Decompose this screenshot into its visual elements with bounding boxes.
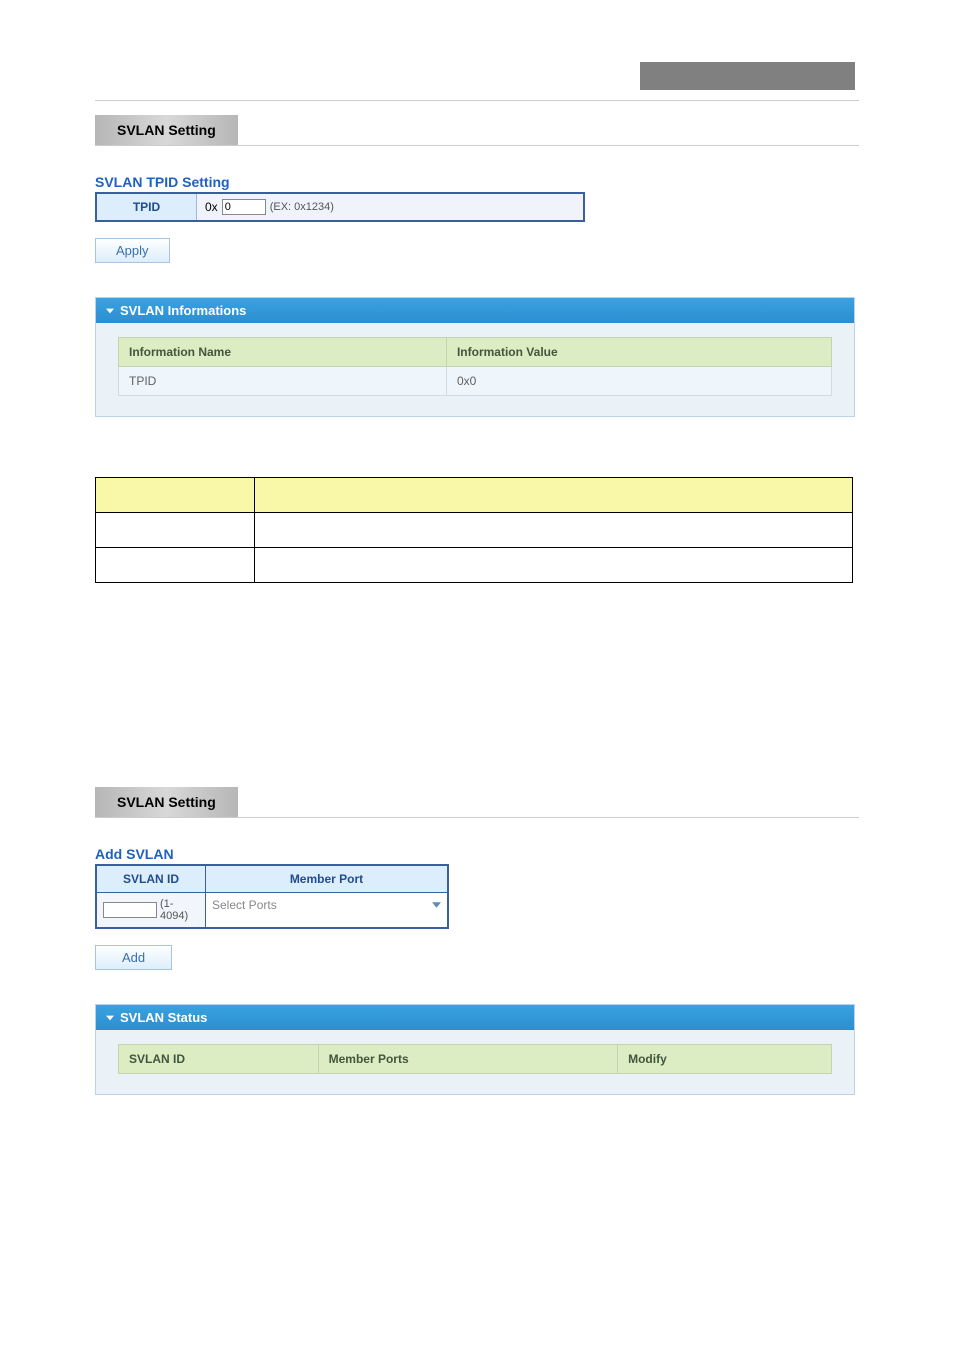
add-svlan-heading: Add SVLAN [95,846,859,862]
info-col-name: Information Name [119,338,447,367]
info-col-value: Information Value [446,338,831,367]
status-col-modify: Modify [618,1045,832,1074]
tpid-hint: (EX: 0x1234) [270,201,334,213]
apply-button[interactable]: Apply [95,238,170,263]
caret-down-icon [106,308,114,314]
desc-head-2 [255,478,853,513]
chevron-down-icon [432,902,441,908]
member-port-select[interactable]: Select Ports [206,893,447,917]
section-divider-2 [95,817,859,818]
desc-cell-r2c1 [96,548,255,583]
member-port-placeholder: Select Ports [212,898,277,912]
desc-cell-r1c1 [96,513,255,548]
svlan-informations-title: SVLAN Informations [120,303,246,318]
tpid-settings-box: TPID 0x (EX: 0x1234) [95,192,585,222]
svlan-id-cell: (1-4094) [97,893,205,927]
svlan-status-header[interactable]: SVLAN Status [96,1005,854,1030]
info-row-0-value: 0x0 [446,367,831,396]
svlan-info-table: Information Name Information Value TPID … [118,337,832,396]
desc-cell-r1c2 [255,513,853,548]
top-grey-bar [640,62,855,90]
add-col-svlan-id: SVLAN ID [97,866,205,893]
add-svlan-box: SVLAN ID (1-4094) Member Port Select Por… [95,864,449,929]
svlan-status-title: SVLAN Status [120,1010,207,1025]
section-title-label: SVLAN Setting [117,122,216,138]
tpid-prefix: 0x [205,200,218,214]
status-col-id: SVLAN ID [119,1045,319,1074]
caret-down-icon [106,1015,114,1021]
table-row: TPID 0x0 [119,367,832,396]
desc-head-1 [96,478,255,513]
svlan-informations-header[interactable]: SVLAN Informations [96,298,854,323]
desc-cell-r2c2 [255,548,853,583]
top-divider [95,100,859,101]
tpid-input-cell: 0x (EX: 0x1234) [197,194,583,220]
svlan-status-panel: SVLAN Status SVLAN ID Member Ports Modif… [95,1004,855,1095]
status-col-ports: Member Ports [318,1045,617,1074]
svlan-tpid-heading: SVLAN TPID Setting [95,174,859,190]
tpid-input[interactable] [222,199,266,215]
section-title-svlan-setting: SVLAN Setting [95,115,238,145]
section-title-svlan-setting-2: SVLAN Setting [95,787,238,817]
section-divider-1 [95,145,859,146]
add-button[interactable]: Add [95,945,172,970]
info-row-0-name: TPID [119,367,447,396]
apply-button-label: Apply [116,243,149,258]
add-button-label: Add [122,950,145,965]
add-col-member-port: Member Port [206,866,447,893]
section-title-label-2: SVLAN Setting [117,794,216,810]
tpid-label: TPID [97,194,197,220]
svlan-informations-panel: SVLAN Informations Information Name Info… [95,297,855,417]
svlan-id-input[interactable] [103,902,157,918]
description-table [95,477,853,583]
svlan-status-table: SVLAN ID Member Ports Modify [118,1044,832,1074]
svlan-id-range: (1-4094) [160,898,199,922]
